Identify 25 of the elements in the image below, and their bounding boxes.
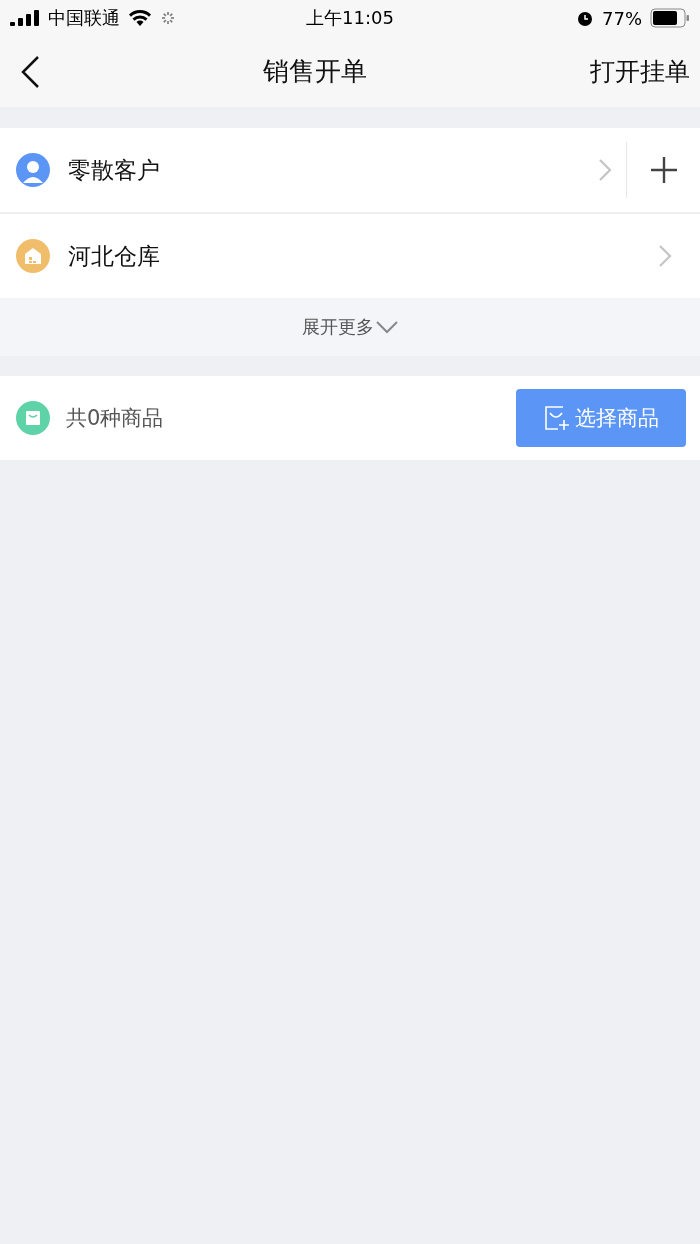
expand-more-button[interactable]: 展开更多 (0, 298, 700, 356)
wifi-icon (128, 9, 152, 27)
list-row[interactable]: 河北仓库 (0, 214, 700, 298)
row-label: 零散客户 (68, 155, 161, 185)
chevron-right-icon (598, 158, 612, 182)
house-icon (16, 239, 50, 273)
bag-icon (16, 401, 50, 435)
list-row[interactable]: 零散客户 (0, 128, 700, 214)
signal-icon (10, 10, 40, 26)
plus-icon (649, 156, 678, 184)
battery-percent: 77% (602, 7, 642, 29)
carrier-name: 中国联通 (48, 6, 120, 30)
chevron-down-icon (376, 320, 398, 334)
goods-count: 共0种商品 (66, 405, 165, 432)
alarm-icon (576, 9, 594, 27)
back-icon[interactable] (20, 54, 40, 89)
open-held-orders-link[interactable]: 打开挂单 (590, 55, 690, 88)
chevron-right-icon (658, 244, 672, 268)
add-item-icon (543, 404, 571, 432)
battery-icon (650, 8, 690, 28)
row-label: 河北仓库 (68, 241, 161, 271)
loading-icon (160, 10, 176, 26)
page-title: 销售开单 (262, 55, 368, 88)
person-icon (16, 153, 50, 187)
clock-time: 上午11:05 (306, 6, 394, 30)
